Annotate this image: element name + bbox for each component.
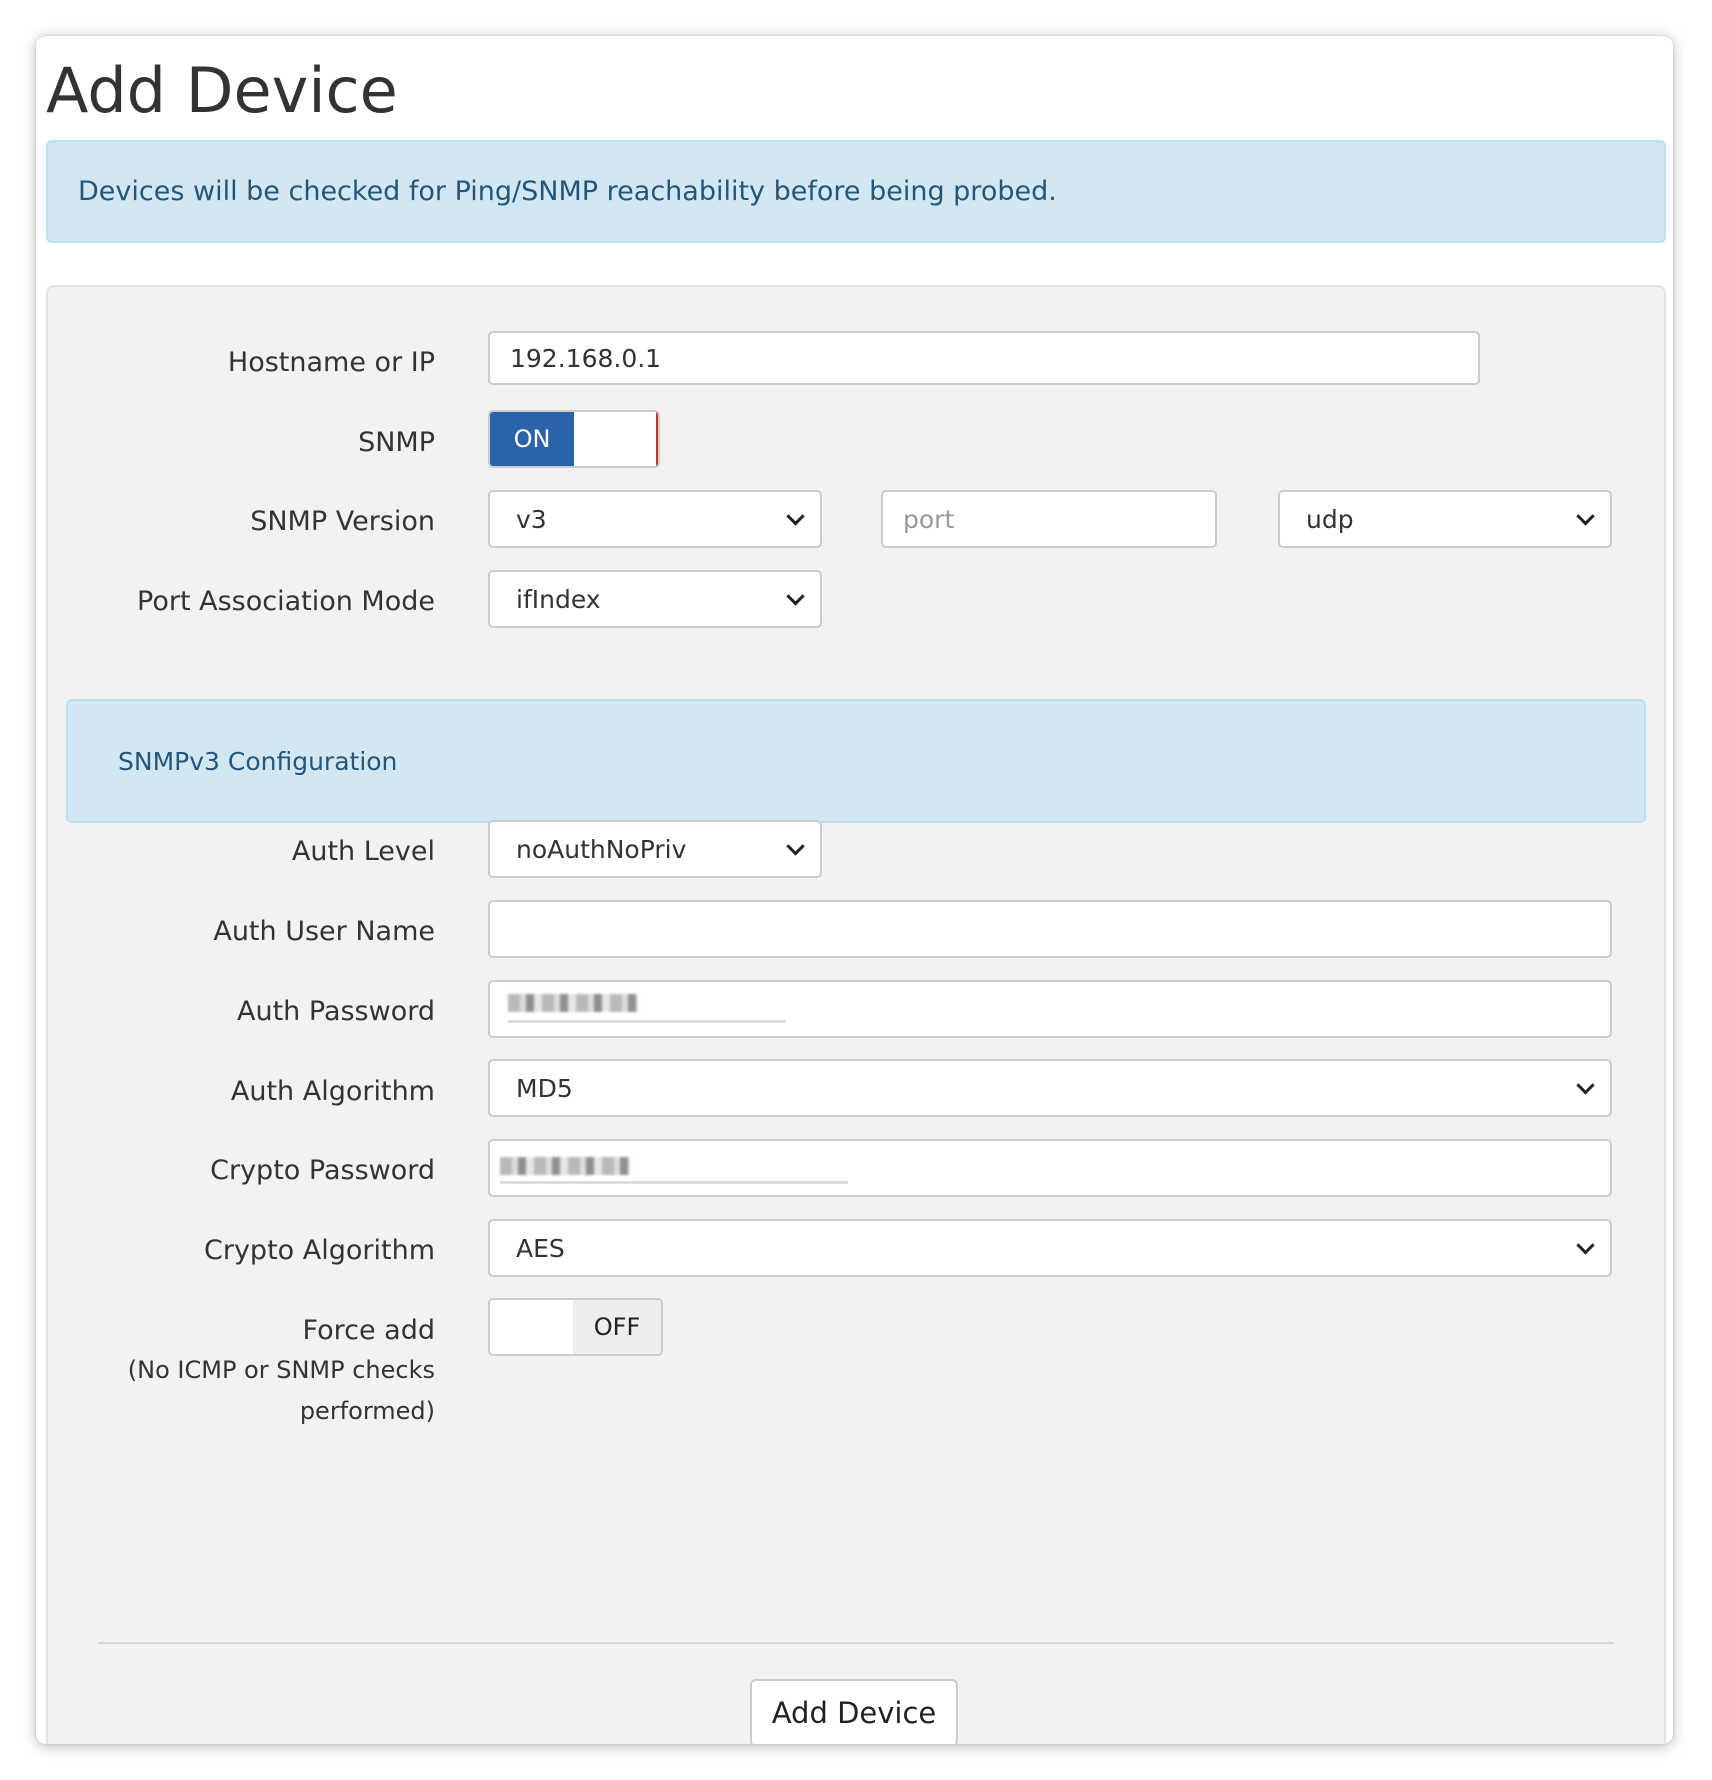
port-association-label: Port Association Mode	[137, 586, 435, 617]
toggle-edge	[656, 412, 658, 466]
password-underline	[500, 1181, 848, 1184]
snmp-version-label: SNMP Version	[250, 506, 435, 537]
masked-password	[500, 1157, 630, 1175]
port-input[interactable]: port	[881, 490, 1217, 548]
auth-password-input[interactable]	[488, 980, 1612, 1038]
auth-level-select[interactable]: noAuthNoPriv	[488, 820, 822, 878]
chevron-down-icon	[786, 587, 805, 606]
port-association-select[interactable]: ifIndex	[488, 570, 822, 628]
auth-algorithm-select[interactable]: MD5	[488, 1059, 1612, 1117]
crypto-algorithm-select[interactable]: AES	[488, 1219, 1612, 1277]
hostname-input[interactable]: 192.168.0.1	[488, 331, 1480, 385]
auth-algorithm-value: MD5	[516, 1073, 573, 1103]
snmp-toggle-on: ON	[490, 412, 574, 466]
snmpv3-config-section: SNMPv3 Configuration	[66, 699, 1646, 823]
force-add-note-line1: (No ICMP or SNMP checks	[127, 1356, 435, 1384]
chevron-down-icon	[1576, 1236, 1595, 1255]
chevron-down-icon	[786, 837, 805, 856]
chevron-down-icon	[1576, 1076, 1595, 1095]
auth-user-label: Auth User Name	[213, 916, 435, 947]
hostname-label: Hostname or IP	[227, 347, 435, 378]
crypto-password-label: Crypto Password	[210, 1155, 435, 1186]
chevron-down-icon	[1576, 507, 1595, 526]
auth-algorithm-label: Auth Algorithm	[230, 1076, 435, 1107]
crypto-password-input[interactable]	[488, 1139, 1612, 1197]
auth-password-label: Auth Password	[237, 996, 435, 1027]
force-add-label: Force add	[302, 1315, 435, 1346]
force-add-toggle[interactable]: OFF	[488, 1298, 663, 1356]
snmp-label: SNMP	[358, 427, 435, 458]
info-alert-text: Devices will be checked for Ping/SNMP re…	[78, 176, 1057, 207]
snmp-toggle[interactable]: ON	[488, 410, 660, 468]
snmp-version-value: v3	[516, 504, 547, 534]
add-device-window: Add Device Devices will be checked for P…	[36, 36, 1673, 1744]
snmpv3-config-heading: SNMPv3 Configuration	[118, 747, 398, 776]
form-divider	[98, 1642, 1614, 1644]
info-alert: Devices will be checked for Ping/SNMP re…	[46, 140, 1666, 243]
page-title: Add Device	[46, 54, 398, 127]
auth-user-input[interactable]	[488, 900, 1612, 958]
crypto-algorithm-value: AES	[516, 1233, 565, 1263]
force-add-toggle-off: OFF	[573, 1300, 661, 1354]
port-association-value: ifIndex	[516, 584, 601, 614]
port-placeholder: port	[903, 504, 955, 534]
add-device-form: Hostname or IP 192.168.0.1 SNMP ON SNMP …	[46, 285, 1666, 1744]
auth-level-label: Auth Level	[291, 836, 435, 867]
snmp-version-select[interactable]: v3	[488, 490, 822, 548]
force-add-note-line2: performed)	[299, 1397, 435, 1425]
transport-value: udp	[1306, 504, 1354, 534]
password-underline	[508, 1020, 786, 1023]
add-device-button[interactable]: Add Device	[750, 1679, 958, 1744]
crypto-algorithm-label: Crypto Algorithm	[204, 1235, 435, 1266]
hostname-value: 192.168.0.1	[510, 343, 662, 373]
masked-password	[508, 994, 638, 1012]
transport-select[interactable]: udp	[1278, 490, 1612, 548]
auth-level-value: noAuthNoPriv	[516, 834, 687, 864]
chevron-down-icon	[786, 507, 805, 526]
